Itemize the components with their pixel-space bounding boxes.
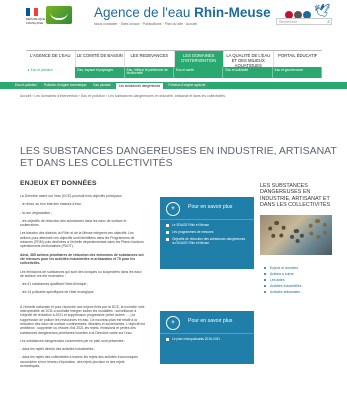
- page: RÉPUBLIQUE FRANÇAISE Agence de l'eau Rhi…: [0, 0, 347, 410]
- sub-nav: ▸ Eau et pollution Eau, espace et paysag…: [26, 67, 322, 78]
- list-item: - les 14 polluants spécifiques de l'état…: [20, 290, 95, 295]
- list-item: - dans les rejets directs des activités …: [20, 347, 96, 352]
- paragraph: La Directive cadre sur l'eau (DCE) pours…: [20, 194, 124, 198]
- section-tabs: Eau et pollution Pollution d'origine dom…: [12, 82, 209, 89]
- subnav-label: Eau et solidarité: [225, 67, 249, 72]
- tab-pollution-agricole[interactable]: Pollution d'origine agricole: [165, 82, 209, 89]
- nav-item-comite[interactable]: LE COMITÉ DE BASSIN: [76, 51, 125, 68]
- tab-pollution-domestique[interactable]: Pollution d'origine domestique: [40, 82, 90, 89]
- subnav-item-pollution[interactable]: ▸ Eau et pollution: [26, 67, 76, 78]
- search-icon[interactable]: ⌕: [327, 19, 330, 25]
- gear-icon: [308, 218, 328, 239]
- list-item: - la non dégradation ;: [20, 210, 53, 215]
- card-header: + Pour en savoir plus: [160, 197, 254, 220]
- list-item: - dans les rejets des collectivités à tr…: [20, 355, 138, 369]
- info-plus-icon: +: [166, 202, 180, 216]
- page-title: LES SUBSTANCES DANGEREUSES EN INDUSTRIE,…: [20, 145, 337, 169]
- paragraph: Les bassins des districts du Rhin et de …: [20, 231, 144, 249]
- info-card-2: + Pour en savoir plus Le plan micropollu…: [160, 311, 254, 364]
- card-link[interactable]: Les programmes de mesures: [160, 229, 254, 236]
- industrial-gears-image: [260, 214, 332, 255]
- bird-icon: 🕊: [314, 3, 331, 18]
- list-item: - le retour au bon état des masses d'eau…: [20, 202, 83, 207]
- nav-item-redevances[interactable]: LES REDEVANCES: [125, 51, 175, 68]
- nav-item-domaines[interactable]: LES DOMAINES D'INTERVENTION: [174, 51, 224, 68]
- tab-eau-pluviale[interactable]: Eau pluviale: [90, 82, 114, 89]
- subnav-label: Eau et santé: [175, 67, 194, 72]
- subnav-item-solidarite[interactable]: Eau et solidarité: [223, 67, 273, 78]
- brand-name: Rhin-Meuse: [194, 5, 271, 20]
- breadcrumb[interactable]: Accueil › Les domaines d'intervention › …: [20, 94, 225, 98]
- sidebar-links: Enjeux et données Actions à suivre Les a…: [260, 265, 332, 295]
- header-links[interactable]: Nous contacter · Sites locaux · Publicat…: [94, 22, 197, 26]
- sidebar-title: LES SUBSTANCES DANGEREUSES EN INDUSTRIE,…: [260, 183, 331, 209]
- french-flag-icon: [26, 8, 38, 16]
- card-link[interactable]: Le SDAGE Rhin et Meuse: [160, 222, 254, 229]
- subnav-item-espace[interactable]: Eau, espace et paysages: [75, 67, 125, 78]
- section-title: ENJEUX ET DONNÉES: [20, 180, 97, 187]
- list-item: - les objectifs de réduction des substan…: [20, 218, 127, 228]
- subnav-label: Eau, milieux et patrimoine de biodiversi…: [126, 67, 168, 76]
- paragraph-bold: Ainsi, 385 actions prioritaires de réduc…: [20, 252, 144, 266]
- nav-item-qualite[interactable]: LA QUALITÉ DE L'EAU ET DES MILIEUX AQUAT…: [224, 51, 274, 68]
- body-text: La Directive cadre sur l'eau (DCE) pours…: [20, 194, 145, 368]
- nav-item-agence[interactable]: L'AGENCE DE L'EAU: [26, 51, 76, 68]
- brand-prefix: Agence de l'eau: [94, 5, 195, 20]
- tab-eau-pollution[interactable]: Eau et pollution: [12, 82, 40, 89]
- paragraph: Les substances dangereuses concernées pa…: [20, 338, 126, 343]
- card-link[interactable]: Le plan micropolluants 2016-2021: [160, 336, 254, 343]
- tab-substances-dangereuses[interactable]: Les substances dangereuses: [114, 82, 165, 89]
- brand-title[interactable]: Agence de l'eau Rhin-Meuse: [94, 5, 271, 20]
- subnav-item-gouvernance[interactable]: Eau et gouvernance: [273, 67, 322, 78]
- logo[interactable]: RÉPUBLIQUE FRANÇAISE: [26, 6, 86, 36]
- nav-item-portail[interactable]: PORTAIL ÉDUCATIF: [274, 51, 323, 68]
- subnav-item-milieux[interactable]: Eau, milieux et patrimoine de biodiversi…: [125, 67, 174, 78]
- search-placeholder: Rechercher: [279, 20, 298, 24]
- search-input[interactable]: Rechercher ⌕: [276, 18, 332, 25]
- gear-icon: [268, 220, 286, 239]
- card-header: + Pour en savoir plus: [160, 311, 254, 334]
- gear-icon: [290, 228, 304, 243]
- paragraph: À l'échelle nationale et pour répondre a…: [20, 304, 145, 335]
- republique-francaise-label: RÉPUBLIQUE FRANÇAISE: [26, 17, 46, 25]
- subnav-label: Eau, espace et paysages: [77, 67, 114, 72]
- sidebar-link-artisanales[interactable]: Activités artisanales: [260, 289, 332, 295]
- paragraph: Les émissions de substances qui sont des…: [20, 269, 142, 278]
- card-title: Pour en savoir plus: [188, 318, 233, 324]
- subnav-label: Eau et pollution: [30, 67, 53, 72]
- site-header: RÉPUBLIQUE FRANÇAISE Agence de l'eau Rhi…: [0, 0, 347, 42]
- info-plus-icon: +: [166, 316, 180, 330]
- subnav-label: Eau et gouvernance: [274, 67, 304, 72]
- card-link[interactable]: Objectifs de réduction des substances da…: [160, 236, 254, 247]
- card-title: Pour en savoir plus: [188, 204, 233, 210]
- list-item: - les 41 substances qualifiant l'état ch…: [20, 282, 89, 287]
- subnav-item-sante[interactable]: Eau et santé: [174, 67, 224, 78]
- info-card-1: + Pour en savoir plus Le SDAGE Rhin et M…: [160, 197, 254, 269]
- sidebar: LES SUBSTANCES DANGEREUSES EN INDUSTRIE,…: [260, 183, 332, 295]
- agency-logo-icon: [46, 6, 72, 24]
